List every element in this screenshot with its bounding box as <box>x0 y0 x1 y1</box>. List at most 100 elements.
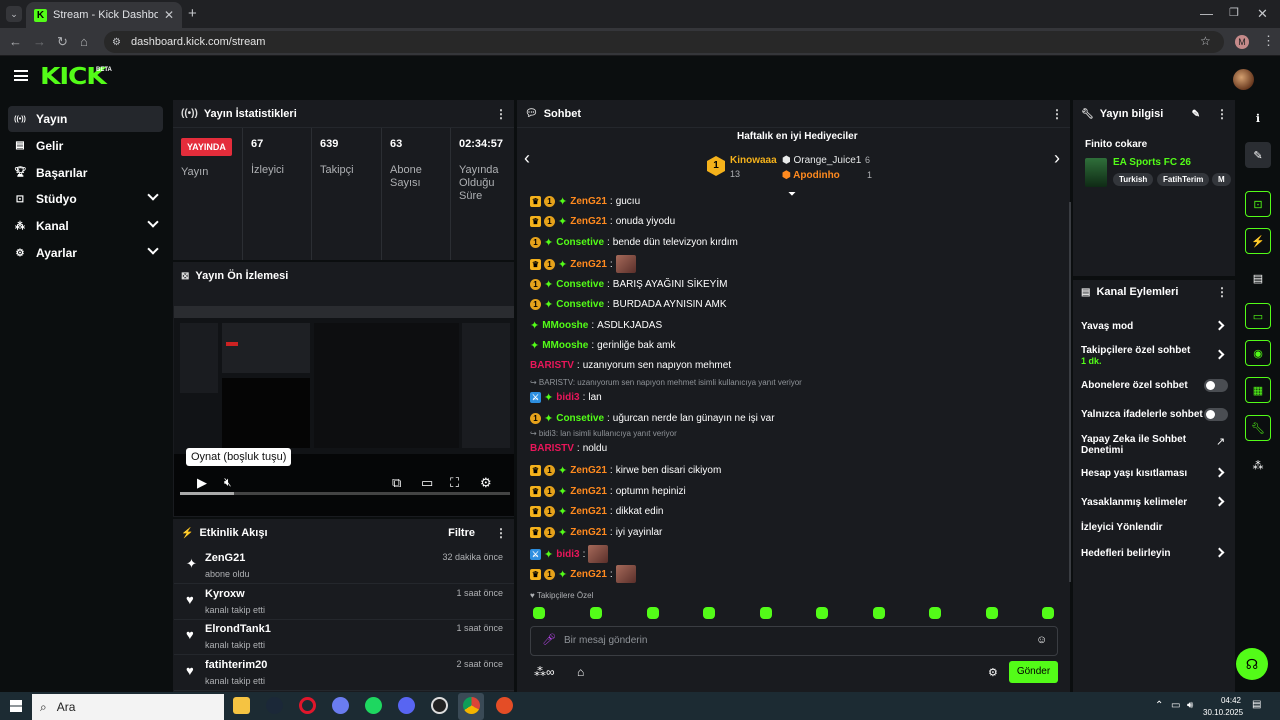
points-icon[interactable]: ⁂∞ <box>534 665 555 679</box>
support-headset-icon[interactable]: ☊ <box>1236 648 1268 680</box>
chat-username[interactable]: MMooshe <box>542 320 588 331</box>
clock-date[interactable]: 30.10.2025 <box>1203 708 1243 717</box>
steam-icon[interactable] <box>266 697 283 714</box>
bookmark-star-icon[interactable]: ☆ <box>1200 34 1211 48</box>
discord-icon[interactable] <box>398 697 415 714</box>
kick-emote-icon[interactable] <box>873 607 885 619</box>
theater-icon[interactable]: ▭ <box>421 475 433 491</box>
chat-scrollbar[interactable] <box>1069 202 1071 582</box>
sidebar-item-6[interactable]: ⚙ Ayarlar <box>8 240 163 266</box>
kick-emote-icon[interactable] <box>533 607 545 619</box>
chat-username[interactable]: ZenG21 <box>570 486 607 497</box>
chat-username[interactable]: bidi3 <box>556 549 579 560</box>
sidebar-item-3[interactable]: 🏆︎ Başarılar <box>8 160 163 186</box>
stats-menu-icon[interactable]: ⋮ <box>495 107 507 121</box>
chat-message[interactable]: ♛ 1 ✦ ZenG21: optumn hepinizi <box>530 485 686 498</box>
opera-icon[interactable] <box>299 697 316 714</box>
chat-message[interactable]: 1 ✦ Consetive: BURDADA AYNISIN AMK <box>530 298 727 311</box>
channel-action-label[interactable]: İzleyici Yönlendir <box>1081 522 1211 533</box>
broadcast-rail-icon[interactable]: ◉ <box>1245 340 1271 366</box>
chat-message[interactable]: ♛ 1 ✦ ZenG21: kirwe ben disari cikiyom <box>530 464 721 477</box>
store-icon[interactable]: ⌂ <box>577 665 584 679</box>
kick-emote-icon[interactable] <box>816 607 828 619</box>
chat-username[interactable]: ZenG21 <box>570 259 607 270</box>
category-thumbnail[interactable] <box>1085 158 1107 187</box>
channel-action-label[interactable]: Yavaş mod <box>1081 321 1211 332</box>
notes-rail-icon[interactable]: ▤ <box>1245 265 1271 291</box>
event-user[interactable]: fatihterim20 <box>205 659 267 671</box>
tag-turkish[interactable]: Turkish <box>1113 173 1154 186</box>
chat-username[interactable]: BARISTV <box>530 443 574 454</box>
chat-settings-icon[interactable]: ⚙ <box>988 666 998 679</box>
channel-action-label[interactable]: Yalnızca ifadelerle sohbet <box>1081 409 1211 420</box>
chat-message[interactable]: ♛ 1 ✦ ZenG21: <box>530 255 636 273</box>
chat-message[interactable]: ⚔ ✦ bidi3: <box>530 545 609 563</box>
player-settings-icon[interactable]: ⚙ <box>480 475 492 491</box>
profile-avatar[interactable]: M <box>1235 35 1249 49</box>
app-orange-icon[interactable] <box>496 697 513 714</box>
chat-message[interactable]: ✦ MMooshe: ASDLKJADAS <box>530 319 662 332</box>
kick-emote-icon[interactable] <box>986 607 998 619</box>
gifters-prev-icon[interactable]: ‹ <box>524 148 530 169</box>
event-feed-menu-icon[interactable]: ⋮ <box>495 526 507 540</box>
kick-emote-icon[interactable] <box>1042 607 1054 619</box>
window-close-icon[interactable]: ✕ <box>1257 6 1268 22</box>
close-tab-icon[interactable]: ✕ <box>164 8 174 22</box>
menu-hamburger-icon[interactable] <box>14 70 28 81</box>
event-user[interactable]: Kyroxw <box>205 588 245 600</box>
chat-username[interactable]: ZenG21 <box>570 196 607 207</box>
lightning-rail-icon[interactable]: ⚡ <box>1245 228 1271 254</box>
chat-username[interactable]: MMooshe <box>542 340 588 351</box>
actions-menu-icon[interactable]: ⋮ <box>1216 285 1228 299</box>
spotify-icon[interactable] <box>365 697 382 714</box>
tag-fatihterim[interactable]: FatihTerim <box>1157 173 1210 186</box>
edit-rail-icon[interactable]: ✎ <box>1245 142 1271 168</box>
chat-message[interactable]: ✦ MMooshe: gerinliğe bak amk <box>530 339 675 352</box>
send-button[interactable]: Gönder <box>1009 661 1058 683</box>
back-icon[interactable]: ← <box>9 34 22 49</box>
forward-icon[interactable]: → <box>33 34 46 49</box>
sidebar-item-2[interactable]: ▤ Gelir <box>8 133 163 159</box>
external-link-icon[interactable]: ↗ <box>1216 435 1225 448</box>
chat-username[interactable]: ZenG21 <box>570 569 607 580</box>
site-info-icon[interactable]: ⚙ <box>112 37 121 48</box>
emoji-icon[interactable]: ☺ <box>1036 634 1047 646</box>
points-rail-icon[interactable]: ⁂ <box>1245 452 1271 478</box>
clock-time[interactable]: 04:42 <box>1213 696 1241 705</box>
chat-message[interactable]: ⚔ ✦ bidi3: lan <box>530 391 602 404</box>
sidebar-item-5[interactable]: ⁂ Kanal <box>8 213 163 239</box>
chat-username[interactable]: BARISTV <box>530 360 574 371</box>
obs-icon[interactable] <box>431 697 448 714</box>
play-icon[interactable]: ▶ <box>197 475 207 491</box>
info-rail-icon[interactable]: ℹ <box>1245 105 1271 131</box>
wrench-rail-icon[interactable]: 🔧︎ <box>1245 415 1271 441</box>
channel-action-label[interactable]: Hesap yaşı kısıtlaması <box>1081 468 1211 479</box>
chat-message[interactable]: ♛ 1 ✦ ZenG21: dikkat edin <box>530 505 664 518</box>
chat-message[interactable]: BARISTV: uzanıyorum sen napıyon mehmet <box>530 360 731 371</box>
sidebar-item-4[interactable]: ⊡ Stüdyo <box>8 186 163 212</box>
chat-username[interactable]: Consetive <box>556 237 604 248</box>
chat-message[interactable]: 1 ✦ Consetive: bende dün televizyon kırdım <box>530 236 738 249</box>
channel-action-label[interactable]: Takipçilere özel sohbet <box>1081 345 1211 356</box>
url-field[interactable]: ⚙ dashboard.kick.com/stream <box>104 31 1224 53</box>
chat-username[interactable]: ZenG21 <box>570 465 607 476</box>
kick-emote-icon[interactable] <box>929 607 941 619</box>
gifter-2-name[interactable]: ⬢ Orange_Juice1 <box>782 155 861 166</box>
edit-icon[interactable]: ✎ <box>1192 109 1200 120</box>
chat-rail-icon[interactable]: ▭ <box>1245 303 1271 329</box>
app-icon[interactable] <box>332 697 349 714</box>
toggle-switch[interactable] <box>1204 408 1228 421</box>
tray-chevron-icon[interactable]: ⌃ <box>1155 700 1163 711</box>
actions-rail-icon[interactable]: ▦ <box>1245 377 1271 403</box>
restore-icon[interactable]: ❐ <box>1229 6 1239 19</box>
chat-message[interactable]: 1 ✦ Consetive: uğurcan nerde lan günayın ne… <box>530 412 775 425</box>
home-icon[interactable]: ⌂ <box>80 34 88 49</box>
toggle-switch[interactable] <box>1204 379 1228 392</box>
chat-message[interactable]: ♛ 1 ✦ ZenG21: <box>530 565 636 583</box>
reload-icon[interactable]: ↻ <box>57 34 68 50</box>
chat-message[interactable]: ♛ 1 ✦ ZenG21: iyi yayinlar <box>530 526 662 539</box>
kick-emote-icon[interactable] <box>760 607 772 619</box>
chat-username[interactable]: Consetive <box>556 413 604 424</box>
chat-message[interactable]: ♛ 1 ✦ ZenG21: gucıu <box>530 196 640 208</box>
file-explorer-icon[interactable] <box>233 697 250 714</box>
